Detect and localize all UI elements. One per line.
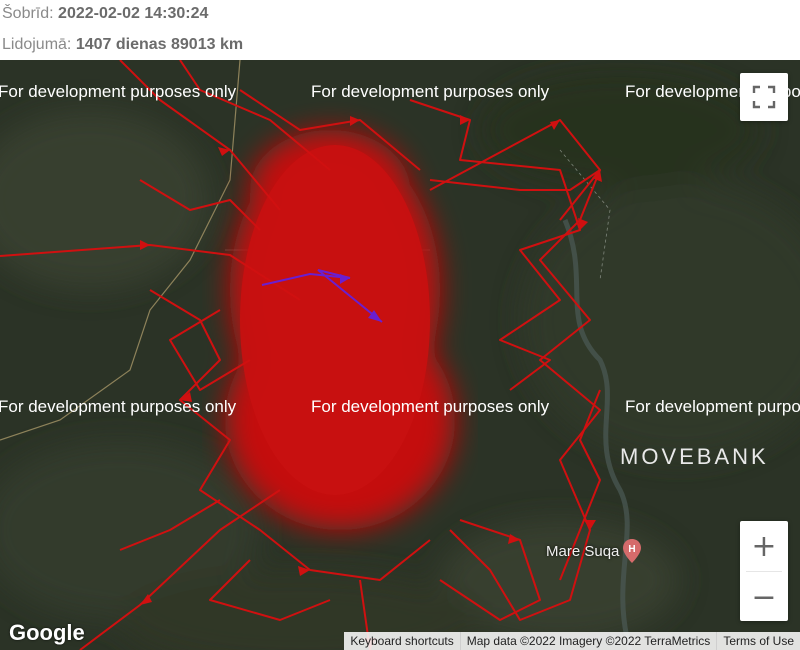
- poi-marker[interactable]: Mare Suqa H: [546, 538, 642, 564]
- zoom-in-button[interactable]: +: [740, 521, 788, 571]
- current-time-line: Šobrīd: 2022-02-02 14:30:24: [2, 5, 208, 23]
- svg-text:H: H: [629, 544, 636, 555]
- flight-duration-label: Lidojumā:: [2, 36, 72, 53]
- movebank-logo: MOVEBANK: [620, 444, 769, 469]
- dev-watermark: For development purposes only: [311, 82, 550, 101]
- poi-label: Mare Suqa: [546, 542, 620, 560]
- flight-duration-line: Lidojumā: 1407 dienas 89013 km: [2, 36, 243, 54]
- zoom-out-button[interactable]: −: [740, 572, 788, 622]
- zoom-control: + −: [740, 521, 788, 621]
- hospital-pin-icon: H: [623, 539, 642, 563]
- dev-watermark: For development purposes only: [0, 82, 237, 101]
- map-attribution: Keyboard shortcuts Map data ©2022 Imager…: [344, 632, 800, 650]
- fullscreen-icon: [752, 85, 776, 109]
- map-data-text: Map data ©2022 Imagery ©2022 TerraMetric…: [459, 632, 717, 650]
- dev-watermark: For development purposes only: [311, 397, 550, 416]
- terms-of-use-link[interactable]: Terms of Use: [716, 632, 800, 650]
- keyboard-shortcuts-link[interactable]: Keyboard shortcuts: [344, 632, 459, 650]
- fullscreen-button[interactable]: [740, 73, 788, 121]
- migration-tracks: [0, 60, 602, 650]
- flight-duration-value: 1407 dienas 89013 km: [75, 36, 244, 53]
- current-time-label: Šobrīd:: [2, 5, 54, 22]
- dev-watermark: For development purposes only: [625, 397, 800, 416]
- dev-watermark: For development purposes only: [0, 397, 237, 416]
- google-logo: Google: [9, 620, 85, 645]
- current-time-value: 2022-02-02 14:30:24: [58, 5, 209, 22]
- map-view[interactable]: For development purposes only For develo…: [0, 60, 800, 650]
